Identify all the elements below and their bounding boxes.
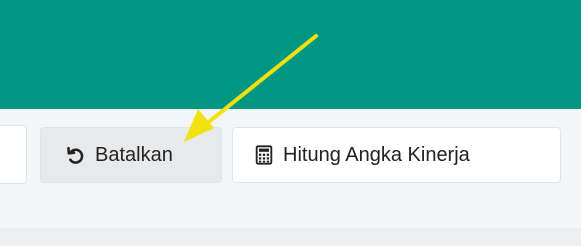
top-header-bar [0,0,581,109]
cancel-button-label: Batalkan [95,144,173,166]
cancel-button[interactable]: Batalkan [40,127,222,183]
calculator-icon [253,144,275,166]
content-divider-strip [0,228,581,246]
calculate-performance-label: Hitung Angka Kinerja [283,144,470,166]
undo-icon [65,144,87,166]
previous-toolbar-button[interactable] [0,125,27,184]
calculate-performance-button[interactable]: Hitung Angka Kinerja [232,127,561,183]
